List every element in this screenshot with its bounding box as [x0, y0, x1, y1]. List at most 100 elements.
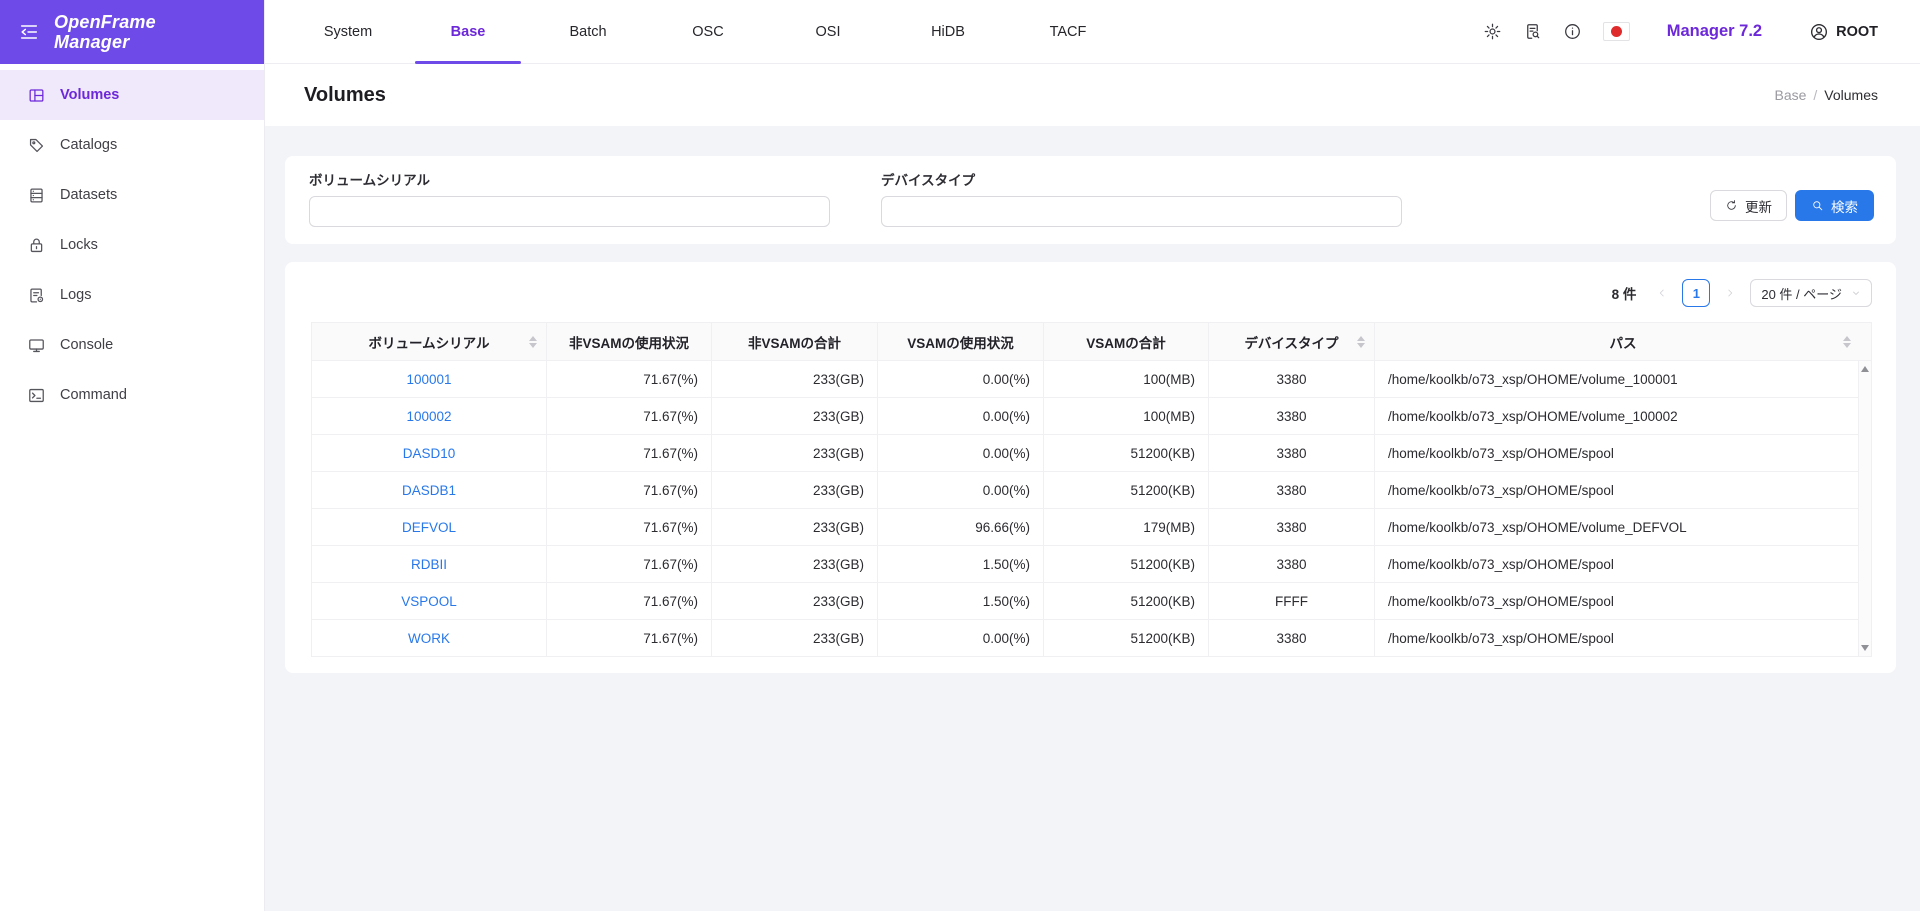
page-number-button[interactable]: 1	[1682, 279, 1711, 307]
volume-link[interactable]: VSPOOL	[311, 582, 547, 620]
volumes-icon	[29, 88, 44, 102]
col-header-vsam-usage: VSAMの使用状況	[877, 322, 1044, 361]
cell: 0.00(%)	[877, 434, 1044, 472]
page-header: Volumes Base / Volumes	[265, 64, 1920, 126]
prev-page-button[interactable]	[1650, 280, 1674, 306]
chevron-left-icon	[1660, 289, 1664, 297]
logs-icon	[30, 288, 44, 302]
sort-icon[interactable]	[1357, 335, 1365, 348]
cell: 233(GB)	[711, 360, 878, 398]
refresh-button-label: 更新	[1745, 199, 1772, 215]
sidebar-item-label: Locks	[60, 237, 98, 253]
breadcrumb-current: Volumes	[1824, 87, 1878, 103]
username: ROOT	[1836, 23, 1878, 40]
sidebar-collapse-icon[interactable]	[18, 21, 40, 43]
language-flag-japan[interactable]	[1602, 22, 1630, 41]
col-label: 非VSAMの使用状況	[568, 335, 689, 351]
cell: 51200(KB)	[1043, 619, 1209, 657]
page-size-value: 20 件 / ページ	[1761, 286, 1842, 302]
cell: 71.67(%)	[546, 508, 712, 546]
table-row: VSPOOL 71.67(%) 233(GB) 1.50(%) 51200(KB…	[311, 582, 1872, 620]
scroll-down-icon[interactable]	[1861, 645, 1869, 651]
sidebar-item-label: Datasets	[60, 187, 118, 203]
next-page-button[interactable]	[1718, 280, 1742, 306]
table-header-row: ボリュームシリアル 非VSAMの使用状況 非VSAMの合計 VSAMの使用状況 …	[311, 322, 1872, 361]
cell: 71.67(%)	[546, 360, 712, 398]
col-header-volume-serial[interactable]: ボリュームシリアル	[311, 322, 547, 361]
tab-osc[interactable]: OSC	[648, 0, 768, 63]
pagination: 8 件 1 20 件 / ページ	[311, 278, 1872, 308]
device-type-input[interactable]	[881, 196, 1402, 227]
tab-hidb[interactable]: HiDB	[888, 0, 1008, 63]
cell: 71.67(%)	[546, 397, 712, 435]
cell: 100(MB)	[1043, 360, 1209, 398]
sidebar-item-datasets[interactable]: Datasets	[0, 170, 264, 220]
volume-link[interactable]: 100002	[311, 397, 547, 435]
cell: 3380	[1208, 434, 1375, 472]
refresh-button[interactable]: 更新	[1710, 190, 1787, 221]
page-title: Volumes	[304, 83, 386, 106]
app-version: Manager 7.2	[1666, 22, 1763, 40]
user-icon	[1811, 23, 1828, 40]
cell: 3380	[1208, 471, 1375, 509]
sidebar-item-catalogs[interactable]: Catalogs	[0, 120, 264, 170]
tab-batch[interactable]: Batch	[528, 0, 648, 63]
volume-link[interactable]: RDBII	[311, 545, 547, 583]
sidebar-item-label: Command	[60, 387, 127, 403]
sidebar-item-command[interactable]: Command	[0, 370, 264, 420]
tab-osi[interactable]: OSI	[768, 0, 888, 63]
col-header-path[interactable]: パス	[1374, 322, 1872, 361]
cell: 3380	[1208, 397, 1375, 435]
chevron-down-icon	[1853, 291, 1859, 295]
cell: 233(GB)	[711, 471, 878, 509]
user-menu[interactable]: ROOT	[1809, 22, 1878, 42]
breadcrumb-parent[interactable]: Base	[1774, 87, 1806, 103]
col-label: ボリュームシリアル	[368, 335, 490, 351]
col-header-device-type[interactable]: デバイスタイプ	[1208, 322, 1375, 361]
cell: 179(MB)	[1043, 508, 1209, 546]
sidebar: OpenFrame Manager Volumes Catalogs Datas…	[0, 0, 265, 911]
cell: 51200(KB)	[1043, 545, 1209, 583]
settings-icon[interactable]	[1483, 22, 1502, 41]
sort-icon[interactable]	[1843, 335, 1851, 348]
refresh-icon	[1727, 200, 1736, 210]
page-size-select[interactable]: 20 件 / ページ	[1750, 279, 1872, 307]
info-icon[interactable]	[1563, 22, 1582, 41]
sidebar-item-logs[interactable]: Logs	[0, 270, 264, 320]
volume-link[interactable]: DASDB1	[311, 471, 547, 509]
volume-serial-input[interactable]	[309, 196, 830, 227]
tab-tacf[interactable]: TACF	[1008, 0, 1128, 63]
volume-serial-field-group: ボリュームシリアル	[309, 169, 830, 227]
cell: 3380	[1208, 619, 1375, 657]
volume-link[interactable]: WORK	[311, 619, 547, 657]
file-search-icon[interactable]	[1523, 22, 1542, 41]
sidebar-item-volumes[interactable]: Volumes	[0, 70, 264, 120]
volume-link[interactable]: DEFVOL	[311, 508, 547, 546]
sidebar-item-console[interactable]: Console	[0, 320, 264, 370]
cell: 233(GB)	[711, 545, 878, 583]
table-scrollbar[interactable]	[1858, 361, 1871, 656]
search-filter-card: ボリュームシリアル デバイスタイプ 更新 検索	[285, 156, 1896, 244]
app-logo: OpenFrame Manager	[54, 12, 156, 52]
locks-icon	[30, 238, 43, 252]
sort-icon[interactable]	[529, 335, 537, 348]
catalogs-icon	[29, 138, 44, 152]
col-label: VSAMの使用状況	[907, 335, 1014, 351]
module-tabs: System Base Batch OSC OSI HiDB TACF	[288, 0, 1128, 64]
cell: /home/koolkb/o73_xsp/OHOME/spool	[1374, 471, 1872, 509]
cell: /home/koolkb/o73_xsp/OHOME/spool	[1374, 582, 1872, 620]
sidebar-item-label: Console	[60, 337, 114, 353]
cell: /home/koolkb/o73_xsp/OHOME/spool	[1374, 545, 1872, 583]
volume-link[interactable]: 100001	[311, 360, 547, 398]
search-button[interactable]: 検索	[1795, 190, 1874, 221]
tab-system[interactable]: System	[288, 0, 408, 63]
volume-link[interactable]: DASD10	[311, 434, 547, 472]
col-label: VSAMの合計	[1086, 335, 1166, 351]
tab-base[interactable]: Base	[408, 0, 528, 64]
sidebar-item-locks[interactable]: Locks	[0, 220, 264, 270]
sidebar-item-label: Volumes	[60, 87, 120, 103]
cell: 100(MB)	[1043, 397, 1209, 435]
cell: /home/koolkb/o73_xsp/OHOME/volume_DEFVOL	[1374, 508, 1872, 546]
scroll-up-icon[interactable]	[1861, 366, 1869, 372]
volumes-table-card: 8 件 1 20 件 / ページ ボリュームシリアル 非VSAMの使用状況 非V…	[285, 262, 1896, 673]
